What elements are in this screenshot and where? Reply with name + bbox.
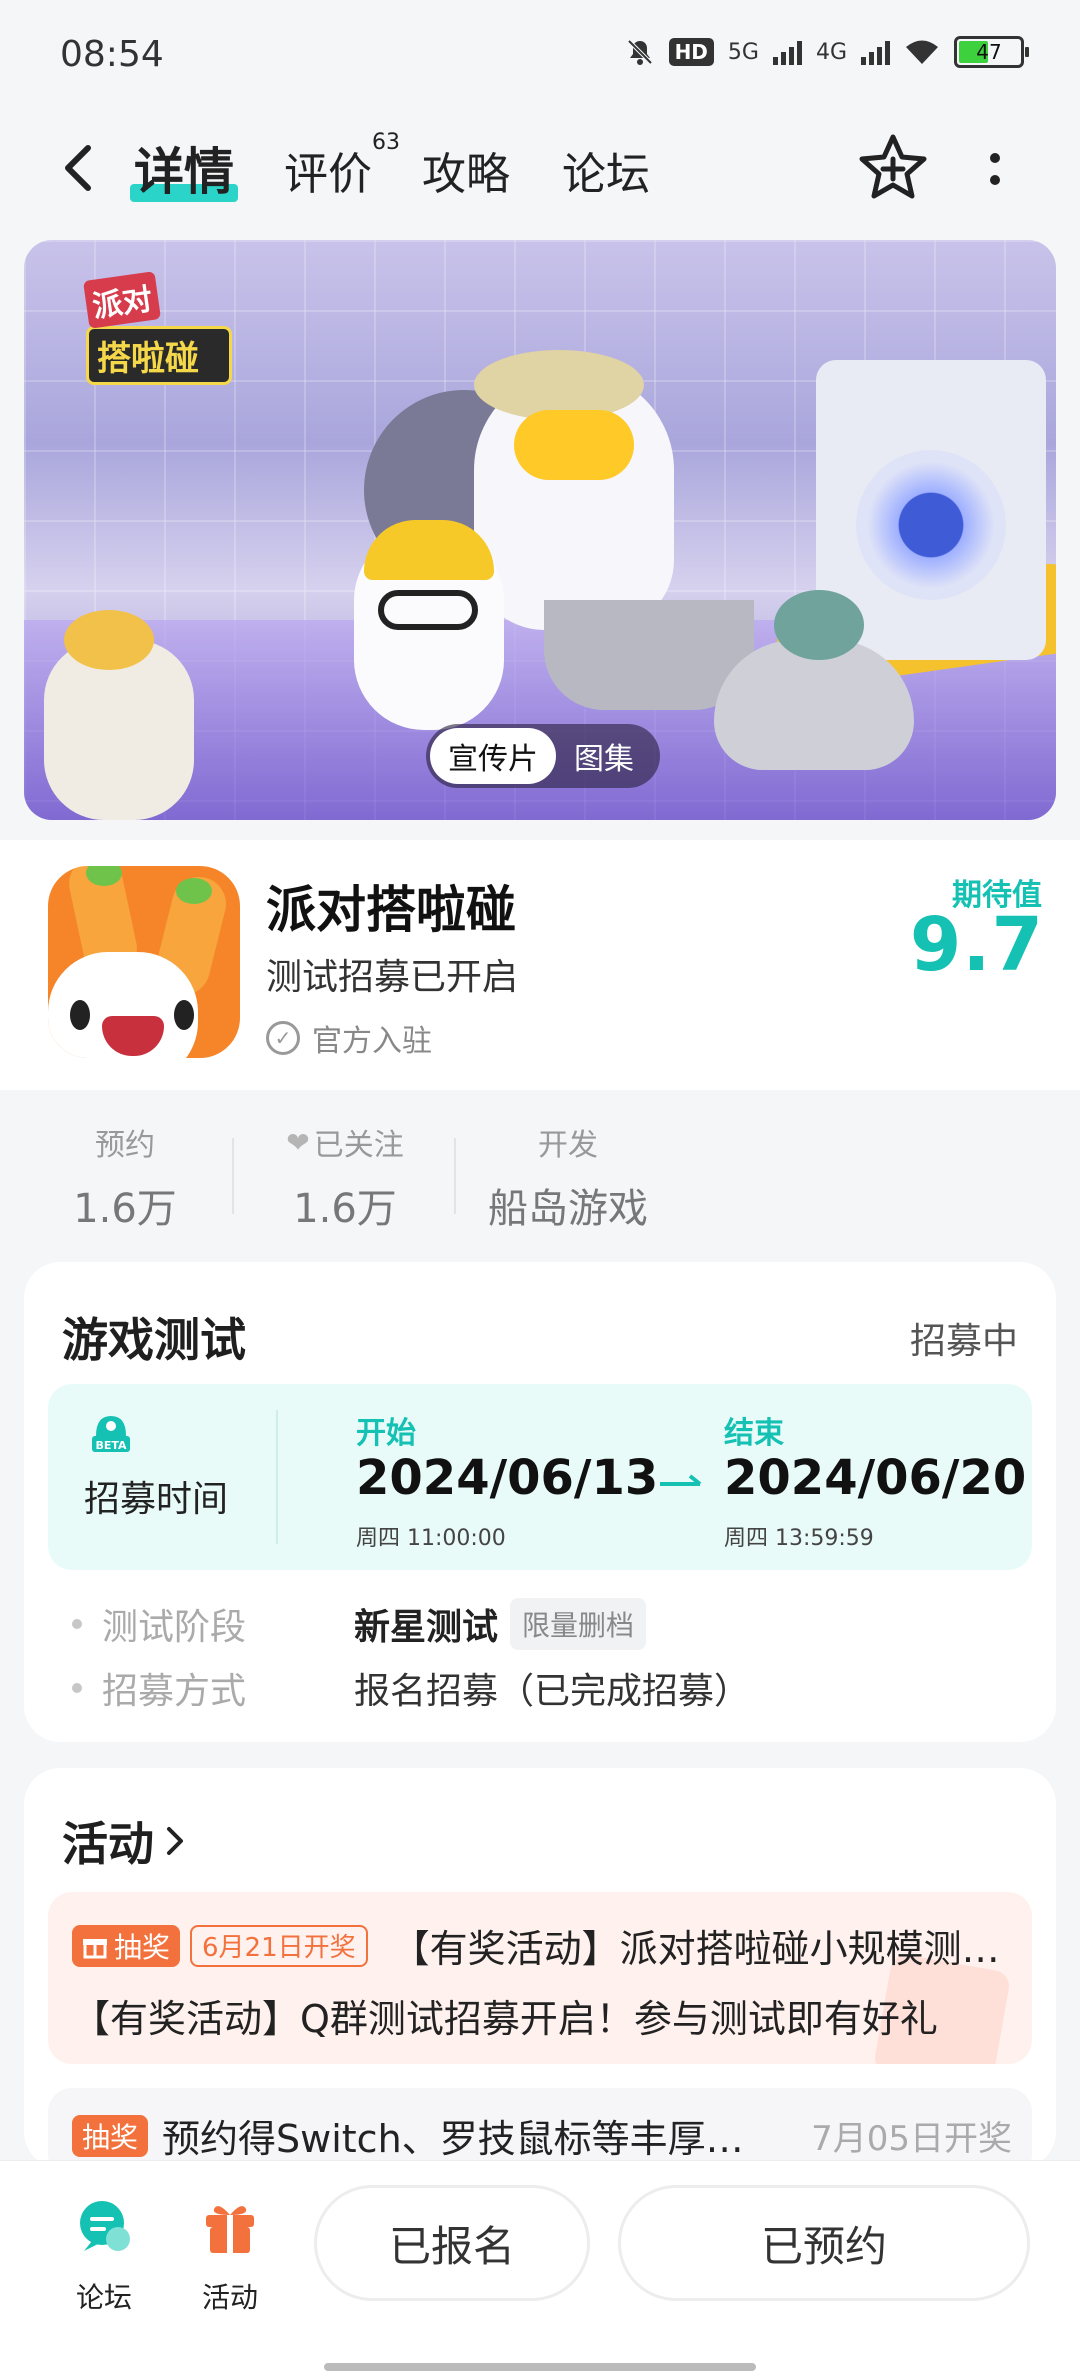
- status-icons: HD 5G 4G 47: [625, 36, 1029, 68]
- add-favorite-star-icon[interactable]: [858, 132, 928, 202]
- gallery-toggle[interactable]: 图集: [556, 728, 652, 784]
- stat-developer[interactable]: 开发 船岛游戏: [478, 1120, 658, 1234]
- gift-icon: [83, 1938, 107, 1958]
- chick-character-art: [354, 520, 504, 730]
- arrow-right-icon: [660, 1474, 702, 1486]
- start-date: 2024/06/13: [356, 1450, 659, 1506]
- app-info: 派对搭啦碰 测试招募已开启 ✓ 官方入驻 期待值 9.7: [0, 840, 1080, 1090]
- trailer-toggle[interactable]: 宣传片: [430, 728, 556, 784]
- end-label: 结束: [724, 1416, 784, 1451]
- hero-banner[interactable]: 派对 搭啦碰 宣传片 图集: [24, 240, 1056, 820]
- app-name: 派对搭啦碰: [266, 881, 516, 939]
- stat-reservations: 预约 1.6万: [73, 1128, 177, 1232]
- start-time: 周四 11:00:00: [356, 1526, 506, 1551]
- status-bar: 08:54 HD 5G 4G 47: [0, 0, 1080, 110]
- net-5g-label: 5G: [727, 39, 759, 65]
- limited-wipe-tag: 限量删档: [510, 1598, 647, 1650]
- tab-forum[interactable]: 论坛: [562, 138, 650, 202]
- forum-chat-icon: [80, 2201, 130, 2251]
- tab-details[interactable]: 详情: [130, 132, 238, 204]
- hd-icon: HD: [668, 38, 714, 66]
- activity-title: 【有奖活动】派对搭啦碰小规模测试招募: [391, 1927, 1012, 1971]
- test-stage-row: 测试阶段 新星测试 限量删档: [72, 1598, 647, 1650]
- game-test-card: 游戏测试 招募中 BETA 招募时间 开始 2024/06/13 周四 11:0…: [24, 1262, 1056, 1742]
- recruit-period-panel: BETA 招募时间 开始 2024/06/13 周四 11:00:00 结束 2…: [48, 1384, 1032, 1570]
- battery-icon: 47: [954, 36, 1029, 68]
- reserved-button[interactable]: 已预约: [618, 2185, 1030, 2301]
- svg-text:BETA: BETA: [95, 1439, 127, 1452]
- mute-icon: [627, 39, 652, 65]
- review-count: 63: [372, 130, 400, 155]
- beta-bell-icon: BETA: [92, 1416, 130, 1452]
- activity-title: 预约得Switch、罗技鼠标等丰厚好礼: [162, 2117, 753, 2161]
- net-4g-label: 4G: [815, 39, 847, 65]
- end-time: 周四 13:59:59: [724, 1526, 874, 1551]
- stat-followers[interactable]: ❤ 已关注 1.6万: [270, 1120, 420, 1234]
- lottery-tag: 抽奖: [72, 1924, 181, 1967]
- more-menu-icon[interactable]: [980, 144, 1010, 194]
- status-time: 08:54: [60, 34, 164, 75]
- test-status: 招募中: [909, 1321, 1018, 1362]
- registered-button[interactable]: 已报名: [314, 2185, 590, 2301]
- expectation-score: 9.7: [909, 902, 1044, 988]
- chevron-right-icon: [167, 1827, 183, 1855]
- start-label: 开始: [356, 1416, 416, 1451]
- bottom-action-bar: 论坛 活动 已报名 已预约: [0, 2160, 1080, 2376]
- tab-reviews[interactable]: 评价 63: [284, 130, 400, 202]
- signal-icon: [772, 39, 802, 65]
- recruit-method-value: 报名招募（已完成招募）: [354, 1671, 751, 1712]
- draw-date-tag: 6月21日开奖: [190, 1924, 368, 1967]
- home-indicator[interactable]: [324, 2363, 756, 2371]
- heart-icon: ❤: [286, 1125, 310, 1159]
- recruit-method-row: 招募方式 报名招募（已完成招募）: [72, 1662, 750, 1714]
- back-icon[interactable]: [54, 138, 104, 198]
- activity-item[interactable]: 抽奖 6月21日开奖 【有奖活动】派对搭啦碰小规模测试招募 【有奖活动】Q群测试…: [48, 1892, 1032, 2064]
- activity-desc: 【有奖活动】Q群测试招募开启！参与测试即有好礼: [72, 1997, 938, 2041]
- media-switch: 宣传片 图集: [426, 724, 660, 788]
- gift-icon: [206, 2206, 254, 2253]
- official-badge: ✓ 官方入驻: [266, 1016, 432, 1060]
- wifi-icon: [906, 40, 938, 64]
- duck-character-art: [474, 350, 674, 630]
- end-date: 2024/06/20: [724, 1450, 1027, 1506]
- game-logo: 派对 搭啦碰: [83, 271, 236, 385]
- lottery-tag: 抽奖: [72, 2114, 149, 2157]
- check-circle-icon: ✓: [266, 1021, 300, 1055]
- activity-draw-date: 7月05日开奖: [811, 2119, 1012, 2159]
- app-icon: [48, 866, 240, 1058]
- events-button[interactable]: 活动: [180, 2197, 280, 2316]
- activity-card: 活动 抽奖 6月21日开奖 【有奖活动】派对搭啦碰小规模测试招募 【有奖活动】Q…: [24, 1768, 1056, 2178]
- app-subtitle: 测试招募已开启: [266, 957, 519, 998]
- recruit-period-label: 招募时间: [84, 1479, 229, 1520]
- tab-guides[interactable]: 攻略: [422, 138, 510, 202]
- signal-icon: [861, 39, 890, 65]
- test-title: 游戏测试: [62, 1313, 246, 1367]
- top-nav: 详情 评价 63 攻略 论坛: [0, 110, 1080, 230]
- activity-header[interactable]: 活动: [62, 1808, 186, 1874]
- test-stage-value: 新星测试: [354, 1607, 499, 1648]
- stats-row: 预约 1.6万 ❤ 已关注 1.6万 开发 船岛游戏: [0, 1094, 1080, 1244]
- forum-button[interactable]: 论坛: [54, 2197, 154, 2316]
